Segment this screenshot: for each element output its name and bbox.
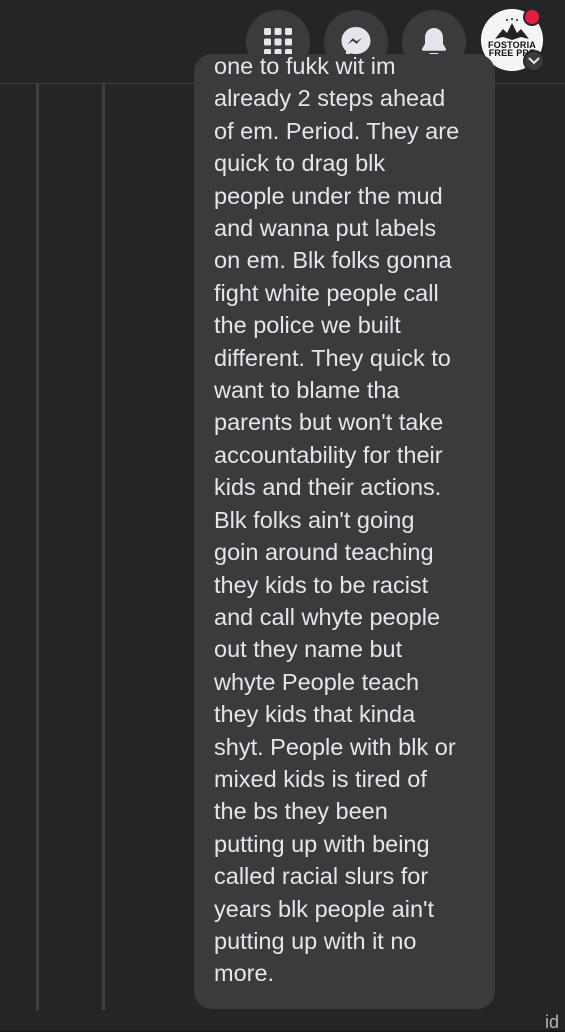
comment-line: different. They quick to <box>214 344 451 371</box>
comment-line: mixed kids is tired of <box>214 765 427 792</box>
comment-line: goin around teaching <box>214 539 434 566</box>
comment-line: accountability for their <box>214 441 443 468</box>
comment-line: kids and their actions. <box>214 474 442 501</box>
comment-line: called racial slurs for <box>214 863 429 890</box>
comment-line: they kids to be racist <box>214 571 429 598</box>
comment-line: one to fukk wit im <box>214 54 396 79</box>
comments-area: one to fukk wit im already 2 steps ahead o… <box>0 54 565 1030</box>
notification-badge-dot <box>523 8 541 26</box>
comment-line: more. <box>214 960 275 987</box>
comment-line: and call whyte people <box>214 603 441 630</box>
thread-connector-line <box>36 84 39 1010</box>
comment-line: the police we built <box>214 312 401 339</box>
comment-line: putting up with it no <box>214 927 417 954</box>
comment-line: shyt. People with blk or <box>214 733 456 760</box>
grid-menu-icon <box>264 28 292 56</box>
comment-line: out they name but <box>214 636 403 663</box>
comment-line: fight white people call <box>214 279 439 306</box>
comment-line: the bs they been <box>214 798 388 825</box>
comment-line: putting up with being <box>214 830 430 857</box>
chevron-down-icon <box>528 57 540 65</box>
comment-line: already 2 steps ahead <box>214 85 446 112</box>
account-dropdown-button[interactable] <box>523 50 545 72</box>
comment-line: of em. Period. They are <box>214 117 460 144</box>
comment-line: people under the mud <box>214 182 443 209</box>
comment-line: and wanna put labels <box>214 215 437 242</box>
comment-line: years blk people ain't <box>214 895 435 922</box>
thread-connector-line <box>102 84 105 1010</box>
comment-line: parents but won't take <box>214 409 444 436</box>
comment-line: quick to drag blk <box>214 150 386 177</box>
comment-bubble: one to fukk wit im already 2 steps ahead o… <box>194 54 495 1009</box>
comment-text: one to fukk wit im already 2 steps ahead o… <box>214 54 475 990</box>
comment-line: whyte People teach <box>214 668 420 695</box>
comment-line: on em. Blk folks gonna <box>214 247 452 274</box>
partial-text: id <box>545 1012 560 1032</box>
comment-line: they kids that kinda <box>214 701 416 728</box>
comment-line: want to blame tha <box>214 377 400 404</box>
comment-line: Blk folks ain't going <box>214 506 415 533</box>
